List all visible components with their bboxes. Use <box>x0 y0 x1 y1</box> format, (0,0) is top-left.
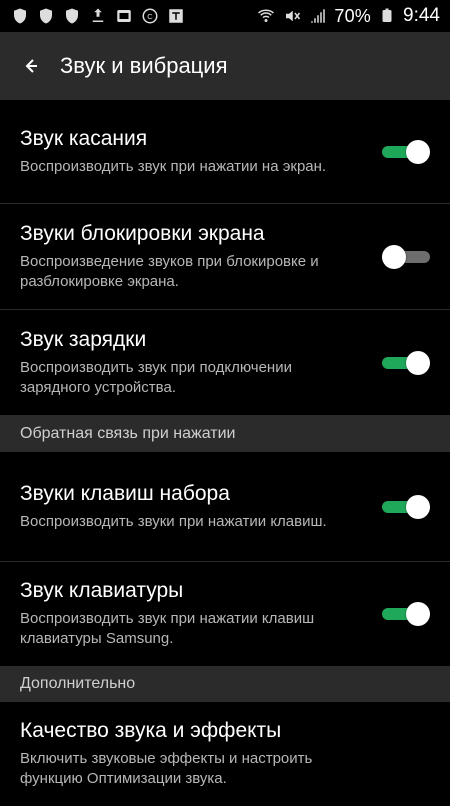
setting-item-keyboard-sound[interactable]: Звук клавиатуры Воспроизводить звук при … <box>0 562 450 666</box>
mute-icon <box>282 6 302 26</box>
setting-item-charging-sound[interactable]: Звук зарядки Воспроизводить звук при под… <box>0 310 450 416</box>
section-header-additional: Дополнительно <box>0 666 450 702</box>
setting-item-sound-quality-effects[interactable]: Качество звука и эффекты Включить звуков… <box>0 702 450 806</box>
wifi-icon <box>256 6 276 26</box>
status-right: 70% 9:44 <box>256 5 440 27</box>
setting-subtitle: Воспроизводить звук при нажатии на экран… <box>20 157 327 175</box>
toggle-thumb <box>406 602 430 626</box>
setting-title: Качество звука и эффекты <box>20 719 282 742</box>
setting-texts: Звук касания Воспроизводить звук при наж… <box>20 127 360 177</box>
setting-subtitle: Воспроизводить звук при нажатии клавиш к… <box>20 610 315 647</box>
setting-title: Звук зарядки <box>20 327 147 351</box>
download-icon <box>88 6 108 26</box>
shield-icon <box>10 6 30 26</box>
setting-item-touch-sound[interactable]: Звук касания Воспроизводить звук при наж… <box>0 100 450 204</box>
setting-texts: Звук клавиатуры Воспроизводить звук при … <box>20 579 360 649</box>
setting-title: Звуки клавиш набора <box>20 481 230 505</box>
app-header: Звук и вибрация <box>0 32 450 100</box>
page-title: Звук и вибрация <box>60 53 228 78</box>
toggle-thumb <box>382 244 406 269</box>
toggle-switch[interactable] <box>382 602 430 626</box>
copyright-icon: C <box>140 6 160 26</box>
battery-percentage: 70% <box>334 5 372 26</box>
shield-icon <box>36 6 56 26</box>
toggle-thumb <box>406 350 430 375</box>
toggle-switch[interactable] <box>382 494 430 519</box>
setting-title: Звук касания <box>20 126 148 150</box>
section-header-feedback: Обратная связь при нажатии <box>0 416 450 452</box>
setting-title: Звук клавиатуры <box>20 579 184 602</box>
toggle-switch[interactable] <box>382 244 430 269</box>
status-bar: C 70% 9:44 <box>0 0 450 32</box>
shield-icon <box>62 6 82 26</box>
svg-text:C: C <box>147 12 153 21</box>
battery-icon <box>377 6 397 26</box>
status-left-icons: C <box>10 6 186 26</box>
setting-texts: Звуки клавиш набора Воспроизводить звуки… <box>20 482 360 532</box>
back-arrow-icon <box>25 59 37 73</box>
settings-list: Звук касания Воспроизводить звук при наж… <box>0 100 450 800</box>
setting-subtitle: Воспроизводить звуки при нажатии клавиш. <box>20 512 327 530</box>
setting-texts: Качество звука и эффекты Включить звуков… <box>20 719 360 789</box>
image-icon <box>114 6 134 26</box>
setting-subtitle: Воспроизводить звук при подключении заря… <box>20 358 292 396</box>
toggle-thumb <box>406 139 430 164</box>
setting-texts: Звуки блокировки экрана Воспроизведение … <box>20 222 360 292</box>
clock: 9:44 <box>403 5 440 26</box>
setting-item-dial-keypad-sounds[interactable]: Звуки клавиш набора Воспроизводить звуки… <box>0 452 450 562</box>
setting-texts: Звук зарядки Воспроизводить звук при под… <box>20 328 360 398</box>
setting-title: Звуки блокировки экрана <box>20 221 265 245</box>
toggle-thumb <box>406 494 430 519</box>
setting-subtitle: Включить звуковые эффекты и настроить фу… <box>20 750 313 787</box>
setting-item-lockscreen-sounds[interactable]: Звуки блокировки экрана Воспроизведение … <box>0 204 450 310</box>
toggle-switch[interactable] <box>382 139 430 164</box>
setting-subtitle: Воспроизведение звуков при блокировке и … <box>20 252 319 290</box>
toggle-switch[interactable] <box>382 350 430 375</box>
signal-icon <box>308 6 328 26</box>
tt-icon <box>166 6 186 26</box>
back-button[interactable] <box>0 32 60 100</box>
